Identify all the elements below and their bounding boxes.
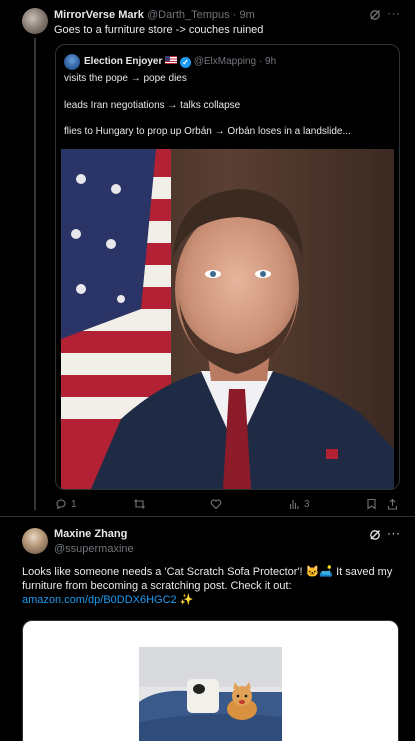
share-button[interactable] bbox=[387, 498, 398, 510]
repost-icon bbox=[134, 499, 145, 509]
reply-button[interactable]: 1 bbox=[55, 498, 77, 510]
quote-author-name: Election Enjoyer bbox=[84, 56, 163, 67]
grok-icon[interactable] bbox=[369, 9, 381, 21]
verified-badge-icon: ✓ bbox=[179, 57, 191, 68]
quote-header: Election Enjoyer ✓ @ElxMapping · 9h bbox=[84, 55, 276, 68]
portrait-photo[interactable] bbox=[61, 149, 394, 489]
quote-timestamp: 9h bbox=[265, 56, 277, 67]
quote-line: visits the pope → pope dies bbox=[64, 73, 187, 84]
post-text: Looks like someone needs a 'Cat Scratch … bbox=[22, 565, 400, 607]
thread-line bbox=[34, 38, 36, 510]
views-button[interactable]: 3 bbox=[289, 498, 310, 510]
more-icon[interactable]: ··· bbox=[387, 7, 401, 19]
author-handle[interactable]: @ssupermaxine bbox=[54, 543, 134, 556]
repost-button[interactable] bbox=[133, 498, 150, 510]
quote-avatar bbox=[64, 54, 80, 70]
like-button[interactable] bbox=[210, 498, 226, 510]
views-icon bbox=[289, 500, 299, 509]
post-divider bbox=[0, 516, 415, 517]
avatar[interactable] bbox=[22, 8, 48, 34]
quote-line: flies to Hungary to prop up Orbán → Orbá… bbox=[64, 126, 351, 137]
reply-icon bbox=[56, 499, 66, 510]
product-image bbox=[139, 647, 282, 741]
bookmark-icon bbox=[367, 498, 376, 510]
quoted-post[interactable]: Election Enjoyer ✓ @ElxMapping · 9h visi… bbox=[55, 44, 400, 490]
link-suffix: ✨ bbox=[176, 594, 194, 606]
product-link[interactable]: amazon.com/dp/B0DDX6HGC2 bbox=[22, 594, 177, 606]
post-header: MirrorVerse Mark @Darth_Tempus · 9m bbox=[54, 9, 255, 22]
timestamp[interactable]: 9m bbox=[239, 9, 254, 21]
post-text: Goes to a furniture store -> couches rui… bbox=[54, 24, 264, 36]
us-flag-icon bbox=[165, 56, 178, 64]
link-card[interactable] bbox=[22, 620, 399, 741]
avatar[interactable] bbox=[22, 528, 48, 554]
quote-author-handle: @ElxMapping bbox=[193, 56, 257, 67]
action-bar: 1 3 bbox=[0, 498, 415, 512]
post-text-main: Looks like someone needs a 'Cat Scratch … bbox=[22, 566, 393, 592]
like-icon bbox=[210, 499, 222, 510]
author-handle[interactable]: @Darth_Tempus bbox=[147, 9, 230, 21]
share-icon bbox=[387, 498, 398, 510]
quote-line: leads Iran negotiations → talks collapse bbox=[64, 100, 241, 111]
post-header: Maxine Zhang @ssupermaxine bbox=[54, 528, 134, 556]
grok-icon[interactable] bbox=[369, 529, 381, 541]
reply-count: 1 bbox=[71, 498, 77, 510]
separator: · bbox=[232, 9, 237, 21]
author-name[interactable]: Maxine Zhang bbox=[54, 528, 134, 541]
views-count: 3 bbox=[304, 498, 310, 510]
author-name[interactable]: MirrorVerse Mark bbox=[54, 9, 144, 21]
bookmark-button[interactable] bbox=[366, 498, 377, 510]
separator: · bbox=[258, 56, 263, 67]
more-icon[interactable]: ··· bbox=[387, 527, 401, 539]
